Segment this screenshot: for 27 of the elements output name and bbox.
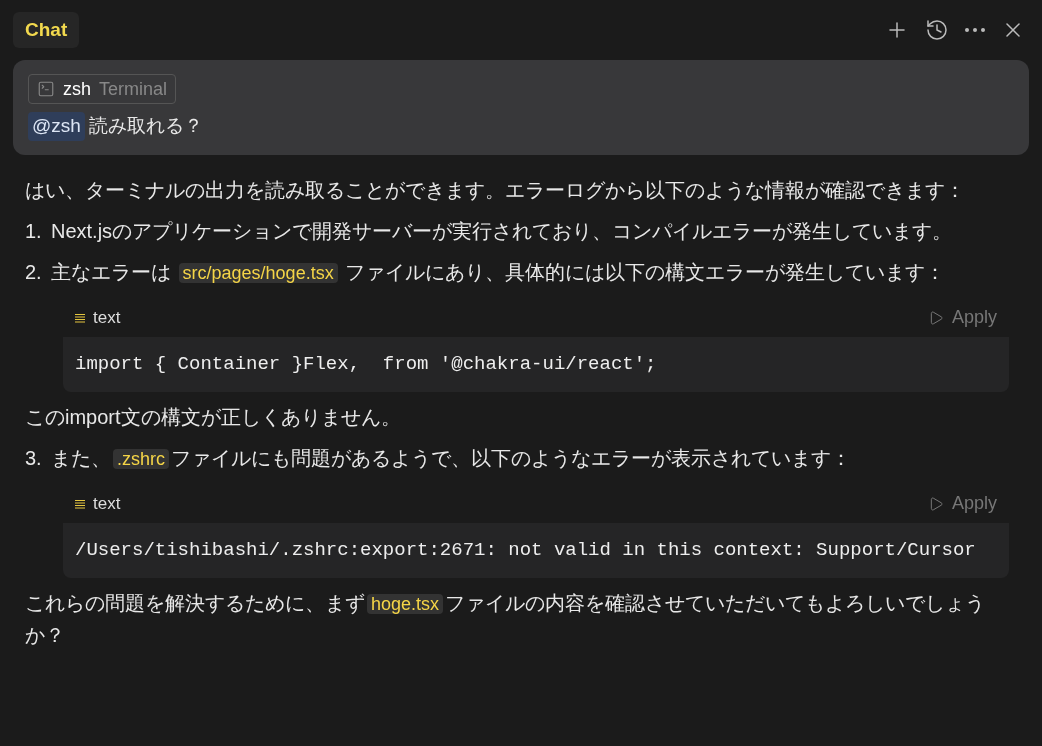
code-language: text xyxy=(93,493,121,515)
mention-tag: @zsh xyxy=(28,112,85,141)
chat-tab[interactable]: Chat xyxy=(13,11,80,49)
list-number: 3. xyxy=(25,445,43,471)
history-icon xyxy=(925,18,949,42)
lines-icon xyxy=(75,498,85,509)
code-language: text xyxy=(93,307,121,329)
paragraph-text: これらの問題を解決するために、まず hoge.tsx ファイルの内容を確認させていただいてもよろしいでしょうか？ xyxy=(25,590,987,648)
list-item-text: また、 .zshrc ファイルにも問題があるようで、以下のようなエラーが表示されています： xyxy=(51,445,851,471)
context-chip[interactable]: zsh Terminal xyxy=(28,74,177,104)
chip-name: zsh xyxy=(63,77,91,101)
code-block: import { Container }Flex, from '@chakra-ui/react'; xyxy=(63,336,1009,392)
list-number: 1. xyxy=(25,218,43,244)
apply-button[interactable]: Apply xyxy=(927,302,997,333)
list-number: 2. xyxy=(25,259,43,285)
code-block: /Users/tishibashi/.zshrc:export:2671: not valid in this context: Support/Cursor xyxy=(63,522,1009,578)
message-text: 読み取れる？ xyxy=(88,114,203,138)
apply-button[interactable]: Apply xyxy=(927,488,997,519)
history-button[interactable] xyxy=(925,18,949,42)
lines-icon xyxy=(75,312,85,323)
paragraph-text: このimport文の構文が正しくありません。 xyxy=(25,404,402,430)
chip-type: Terminal xyxy=(99,77,168,101)
terminal-icon xyxy=(37,80,55,98)
list-item-text: Next.jsのアプリケーションで開発サーバーが実行されており、コンパイルエラーが発生しています。 xyxy=(51,218,953,244)
list-item-text: 主なエラーは src/pages/hoge.tsx ファイルにあり、具体的には以下の構文エラーが発生しています： xyxy=(51,259,946,285)
paragraph-text: はい、ターミナルの出力を読み取ることができます。エラーログから以下のような情報が確認できます： xyxy=(25,177,966,203)
more-icon xyxy=(965,28,985,32)
